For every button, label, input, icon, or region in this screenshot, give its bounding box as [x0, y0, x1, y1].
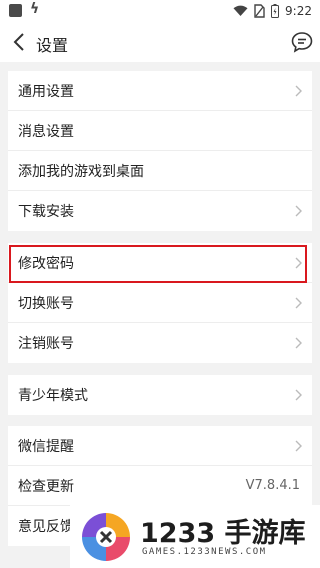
settings-item-general[interactable]: 通用设置: [8, 71, 312, 111]
settings-item-check-update[interactable]: 检查更新 V7.8.4.1: [8, 466, 312, 506]
chevron-left-icon: [13, 33, 24, 51]
no-sim-icon: [254, 4, 265, 18]
settings-item-delete-account[interactable]: 注销账号: [8, 323, 312, 363]
settings-item-download-install[interactable]: 下载安装: [8, 191, 312, 231]
settings-item-label: 检查更新: [18, 478, 74, 495]
status-bar: ϟ 9:22: [0, 0, 320, 22]
status-icons: 9:22: [233, 3, 312, 19]
chevron-right-icon: [295, 389, 302, 401]
watermark-url: GAMES.1233NEWS.COM: [142, 547, 267, 557]
settings-item-label: 通用设置: [18, 83, 74, 100]
settings-item-label: 修改密码: [18, 255, 74, 272]
settings-item-label: 添加我的游戏到桌面: [18, 163, 144, 180]
settings-item-add-to-desktop[interactable]: 添加我的游戏到桌面: [8, 151, 312, 191]
settings-item-label: 注销账号: [18, 336, 74, 352]
settings-group-account: 修改密码 切换账号 注销账号: [8, 243, 312, 363]
message-button[interactable]: [290, 30, 314, 54]
chevron-right-icon: [295, 297, 302, 309]
chevron-right-icon: [295, 257, 302, 269]
app-notification-icon: [9, 4, 22, 17]
clock: 9:22: [285, 4, 312, 18]
nav-bar: 设置: [0, 22, 320, 62]
page-title: 设置: [36, 36, 69, 55]
settings-item-youth-mode[interactable]: 青少年模式: [8, 375, 312, 415]
watermark: 1233 手游库 GAMES.1233NEWS.COM: [70, 505, 320, 568]
message-icon: [291, 32, 313, 53]
settings-item-messages[interactable]: 消息设置: [8, 111, 312, 151]
chevron-right-icon: [295, 337, 302, 349]
settings-item-wechat-reminder[interactable]: 微信提醒: [8, 426, 312, 466]
chevron-right-icon: [295, 440, 302, 452]
back-button[interactable]: [8, 30, 30, 54]
settings-group-general: 通用设置 消息设置 添加我的游戏到桌面 下载安装: [8, 71, 312, 231]
settings-item-label: 青少年模式: [18, 388, 88, 404]
bolt-icon: ϟ: [30, 1, 40, 17]
settings-group-youth: 青少年模式: [8, 375, 312, 415]
version-value: V7.8.4.1: [245, 478, 300, 493]
brand-logo-icon: [80, 511, 132, 563]
battery-icon: [271, 4, 280, 18]
settings-item-label: 意见反馈: [18, 519, 74, 535]
chevron-right-icon: [295, 85, 302, 97]
wifi-icon: [233, 5, 248, 16]
chevron-right-icon: [295, 205, 302, 217]
settings-item-label: 消息设置: [18, 123, 74, 140]
watermark-brand: 1233 手游库: [140, 518, 306, 549]
settings-item-switch-account[interactable]: 切换账号: [8, 283, 312, 323]
settings-item-label: 下载安装: [18, 204, 74, 220]
settings-item-label: 微信提醒: [18, 438, 74, 455]
settings-item-label: 切换账号: [18, 295, 74, 312]
settings-item-change-password[interactable]: 修改密码: [8, 243, 312, 283]
